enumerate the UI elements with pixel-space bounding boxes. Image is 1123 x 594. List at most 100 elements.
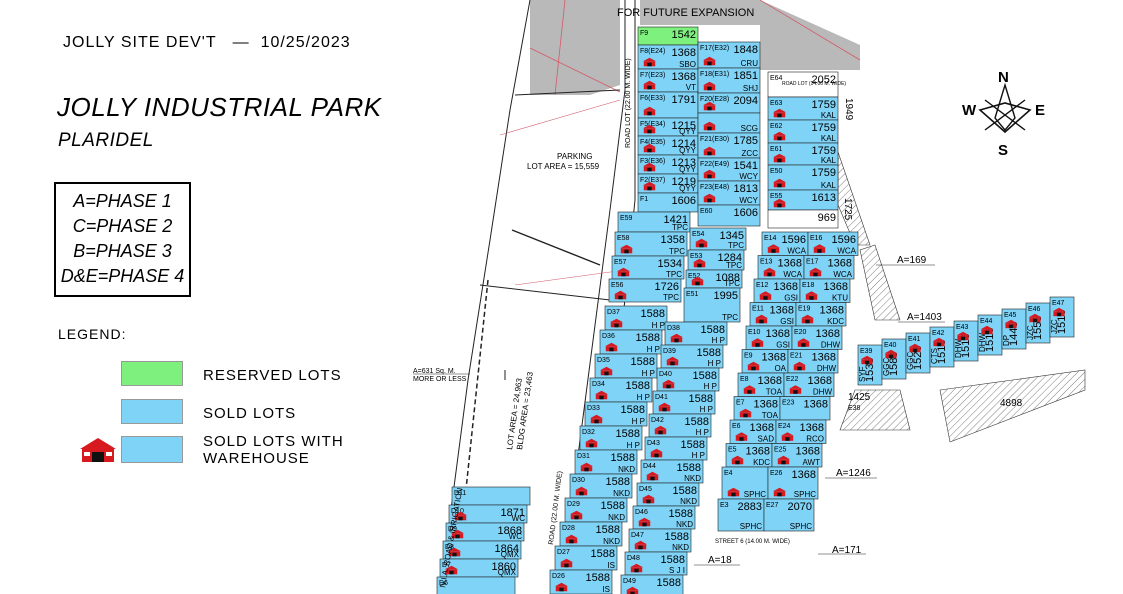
lot-owner-code: WCA: [837, 247, 856, 256]
lot-area-value: 1759: [812, 99, 836, 111]
lot-area-value: 1588: [661, 554, 685, 566]
parking-area-label: LOT AREA = 15,559: [527, 162, 600, 171]
lot-owner-code: QYY: [679, 146, 697, 155]
lot-id: E39: [860, 348, 873, 355]
lot: D48 1588S J I: [624, 551, 688, 576]
lot: D40 1588H P: [656, 367, 720, 392]
area-631b-label: MORE OR LESS: [413, 376, 467, 383]
lot-area-value: 1368: [774, 281, 798, 293]
lot-area-value: 1368: [800, 422, 824, 434]
lot-owner-code: GSI: [776, 341, 790, 350]
lot-id: F21(E30): [700, 136, 729, 143]
lot: E51 1995 TPC: [683, 287, 741, 323]
lot-area-value: 1588: [701, 324, 725, 336]
lot: F2(E37) 1219QYY: [637, 173, 699, 194]
lot: F23(E48) 1813WCY: [697, 180, 761, 206]
lot-area-value: 1368: [816, 328, 840, 340]
lot-owner-code: DHW: [821, 341, 841, 350]
lot-id: F17(E32): [700, 45, 729, 52]
lot-owner-code: H P: [700, 405, 713, 414]
lot-owner-code: SBO: [679, 60, 696, 69]
lot-id: E54: [692, 231, 705, 238]
lot-id: D27: [557, 549, 570, 556]
lot-id: E18: [802, 282, 815, 289]
lot-area-value: 1588: [669, 508, 693, 520]
lot: D27 1588IS: [554, 545, 618, 571]
lot-owner-code: GSI: [780, 317, 794, 326]
lot: E55 1613: [767, 189, 839, 211]
lot-id: E17: [806, 259, 819, 266]
lot: D36 1588H P: [599, 329, 663, 355]
lot-id: D39: [663, 348, 676, 355]
lot-owner-code: KAL: [821, 181, 837, 190]
lot: 1526GGCE41: [905, 332, 931, 374]
lot: E56 1726TPC: [608, 278, 682, 303]
lot-id: E64: [770, 75, 783, 82]
lot-owner-code: SPHC: [790, 522, 812, 531]
lot-id: E10: [748, 329, 761, 336]
lot-owner-code: NKD: [613, 489, 630, 498]
lot-area-value: 1588: [631, 356, 655, 368]
lot-area-value: 1368: [766, 328, 790, 340]
lot-area-value: 1368: [828, 258, 852, 270]
lot-id: D31: [577, 453, 590, 460]
lot-owner-code: QYY: [679, 127, 697, 136]
lot-owner-code: TPC: [669, 247, 685, 256]
lot-area-value: 1368: [812, 352, 836, 364]
lot: E19 1368KDC: [795, 302, 847, 327]
lot: D7 1860QMX: [439, 558, 519, 578]
area-18-label: A=18: [708, 555, 732, 566]
lot-id: E21: [790, 353, 803, 360]
lot-id: E55: [770, 193, 783, 200]
lot-area-value: 1588: [641, 308, 665, 320]
lot-owner-code: DHW: [954, 338, 963, 358]
lot: E59 1421TPC: [617, 211, 691, 233]
lot-id: E19: [798, 306, 811, 313]
lot-owner-code: KAL: [821, 111, 837, 120]
lot-area-value: 1368: [808, 375, 832, 387]
lot-owner-code: NKD: [608, 513, 625, 522]
lot-owner-code: NKD: [618, 465, 635, 474]
lot-area-value: 1588: [673, 485, 697, 497]
lot-id: F6(E33): [640, 95, 665, 102]
lot: E10 1368GSI: [745, 325, 793, 350]
lot-id: E6: [732, 423, 741, 430]
lot: D49 1588: [620, 574, 684, 594]
lot: D34 1588H P: [589, 377, 653, 403]
lot-area-value: 1368: [762, 352, 786, 364]
lot-area-value: 1368: [672, 47, 696, 59]
lot-id: F4(E35): [640, 139, 665, 146]
lot-area-value: 1588: [697, 347, 721, 359]
lot-area-value: 1368: [778, 258, 802, 270]
lot-id: D36: [602, 333, 615, 340]
lot: E18 1368KTU: [799, 278, 851, 303]
lot-id: E51: [686, 291, 699, 298]
lot: E16 1596WCA: [807, 231, 859, 256]
lot: E14 1596WCA: [761, 231, 809, 256]
lot-owner-code: RCO: [806, 435, 824, 444]
lot-id: F1: [640, 196, 648, 203]
lot: E58 1358TPC: [614, 231, 688, 257]
lot-id: E45: [1004, 312, 1017, 319]
lot-owner-code: NKD: [672, 543, 689, 552]
lot-owner-code: KDC: [827, 317, 844, 326]
lot-owner-code: H P: [637, 393, 650, 402]
lot-id: D45: [639, 486, 652, 493]
lot-area-value: 1813: [734, 183, 758, 195]
lot: E60 1606: [697, 204, 761, 227]
lot-area-value: 1606: [734, 207, 758, 219]
lot-owner-code: H P: [652, 321, 665, 330]
gray-area-northeast: [760, 0, 860, 70]
lot-area-value: 1588: [621, 404, 645, 416]
lot-id: E43: [956, 324, 969, 331]
lot-owner-code: CTS: [930, 348, 939, 364]
street-6-label: STREET 6 (14.00 M. WIDE): [715, 539, 790, 545]
lot: D39 1588H P: [660, 344, 724, 369]
lot-id: E22: [786, 376, 799, 383]
lot: E6 1368SAD: [729, 419, 777, 444]
lot-area-value: 1368: [820, 305, 844, 317]
lot-owner-code: SPHC: [794, 490, 816, 499]
lot: F22(E49) 1541WCY: [697, 157, 761, 182]
lot: E53 1284TPC: [687, 249, 745, 271]
lot: D47 1588NKD: [628, 528, 692, 553]
